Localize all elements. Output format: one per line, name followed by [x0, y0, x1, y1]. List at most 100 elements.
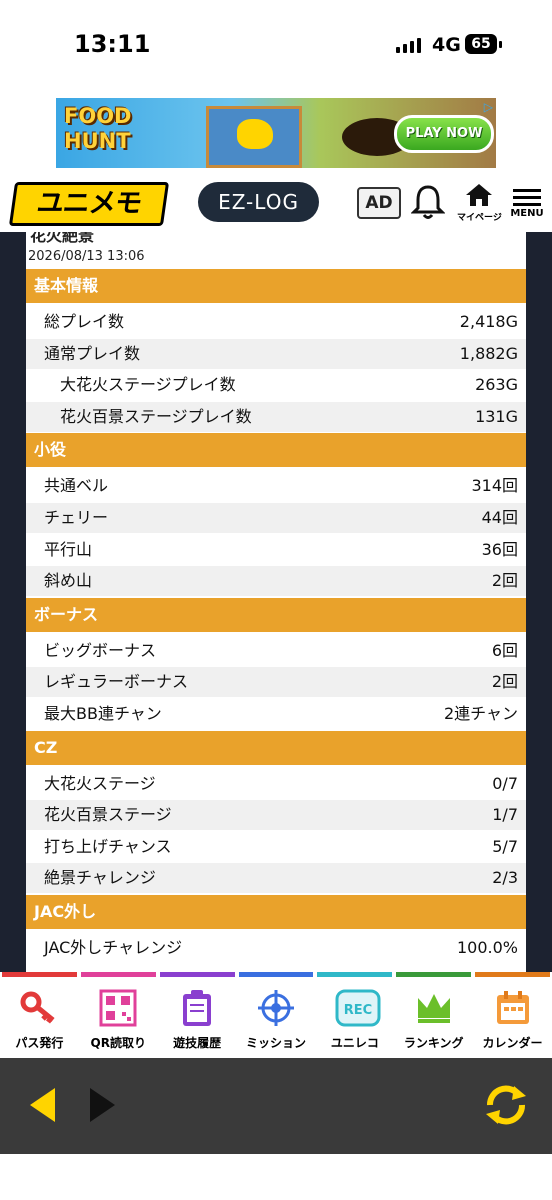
tab-stripe: [475, 972, 551, 977]
bottom-tab-bar: パス発行 QR読取り 遊技履歴 ミッション REC ユニレコ ランキング カレンダー: [0, 972, 552, 1058]
battery-tip: [499, 41, 502, 48]
section-header: CZ: [26, 730, 526, 765]
tab-label: カレンダー: [482, 1036, 543, 1050]
stat-value: 6回: [491, 640, 518, 660]
stat-value: 2回: [491, 672, 518, 692]
tab-target[interactable]: ミッション: [240, 984, 312, 1054]
data-panel[interactable]: 花火絶景 2026/08/13 13:06 基本情報 総プレイ数 2,418G 通常プ…: [26, 232, 526, 972]
back-arrow-icon[interactable]: [30, 1088, 55, 1122]
tab-clipboard[interactable]: 遊技履歴: [161, 984, 233, 1054]
signal-icon: [396, 38, 421, 53]
stat-label: 最大BB連チャン: [44, 703, 162, 723]
stat-value: 2連チャン: [443, 703, 518, 723]
stat-value: 5/7: [492, 836, 518, 856]
network-type: 4G: [432, 34, 461, 56]
stat-label: 打ち上げチャンス: [44, 836, 172, 856]
stat-row: 大花火ステージ 0/7: [26, 769, 526, 799]
tab-unireco[interactable]: REC ユニレコ: [319, 984, 391, 1054]
stat-label: 通常プレイ数: [44, 343, 141, 363]
tab-key[interactable]: パス発行: [3, 984, 75, 1054]
tab-label: パス発行: [15, 1036, 64, 1050]
section-header: 基本情報: [26, 269, 526, 303]
stat-value: 2回: [491, 571, 518, 591]
stat-row: レギュラーボーナス 2回: [26, 667, 526, 698]
mypage-button[interactable]: マイページ: [457, 182, 502, 228]
stat-label: 花火百景ステージプレイ数: [60, 406, 252, 426]
stat-row: 通常プレイ数 1,882G: [26, 338, 526, 369]
tab-qr[interactable]: QR読取り: [82, 984, 154, 1054]
stat-value: 100.0%: [456, 937, 518, 957]
qr-icon: [98, 988, 138, 1028]
battery-icon: 65: [465, 34, 497, 54]
tab-label: 遊技履歴: [173, 1036, 222, 1050]
tab-stripe: [396, 972, 472, 977]
forward-arrow-icon[interactable]: [90, 1088, 115, 1122]
stat-row: 総プレイ数 2,418G: [26, 307, 526, 337]
stat-row: 最大BB連チャン 2連チャン: [26, 699, 526, 729]
stat-row: 共通ベル 314回: [26, 471, 526, 501]
stat-row: 絶景チャレンジ 2/3: [26, 863, 526, 894]
section-rows: 共通ベル 314回チェリー 44回平行山 36回斜め山 2回: [26, 471, 526, 597]
ad-brand: FOOD HUNT: [64, 104, 131, 154]
stat-value: 314回: [471, 476, 518, 496]
ad-button[interactable]: AD: [357, 187, 401, 219]
ad-brand-line1: FOOD: [64, 104, 132, 128]
stat-label: 総プレイ数: [44, 312, 125, 331]
tab-stripe: [80, 972, 156, 977]
reload-icon[interactable]: [480, 1082, 532, 1128]
app-logo[interactable]: ユニメモ: [8, 182, 170, 226]
ad-choices-icon[interactable]: ▷: [484, 100, 493, 114]
stat-row: 大花火ステージプレイ数 263G: [26, 370, 526, 400]
stat-label: レギュラーボーナス: [44, 672, 189, 692]
stat-label: 絶景チャレンジ: [44, 868, 156, 888]
stat-row: 斜め山 2回: [26, 566, 526, 597]
section-header: ボーナス: [26, 597, 526, 632]
menu-button[interactable]: MENU: [509, 186, 545, 226]
ezlog-button[interactable]: EZ-LOG: [198, 182, 319, 222]
crown-icon: [414, 988, 454, 1028]
tab-label: ユニレコ: [330, 1036, 379, 1050]
stats-sections: 基本情報総プレイ数 2,418G 通常プレイ数 1,882G 大花火ステージプレイ数 26…: [26, 269, 526, 965]
stat-row: 平行山 36回: [26, 535, 526, 565]
stat-label: ビッグボーナス: [44, 640, 157, 660]
stat-value: 2/3: [492, 868, 518, 888]
section-rows: JAC外しチャレンジ 100.0%: [26, 933, 526, 963]
menu-label: MENU: [510, 208, 544, 219]
bell-icon[interactable]: [411, 184, 445, 220]
stat-label: 共通ベル: [44, 476, 109, 496]
tab-color-stripes: [0, 972, 552, 977]
stat-row: 花火百景ステージ 1/7: [26, 800, 526, 831]
ad-brand-line2: HUNT: [64, 129, 131, 153]
stat-value: 0/7: [492, 773, 518, 793]
stat-value: 1/7: [492, 805, 518, 825]
target-icon: [256, 988, 296, 1028]
tab-stripe: [159, 972, 235, 977]
mypage-label: マイページ: [457, 213, 502, 223]
stat-row: JAC外しチャレンジ 100.0%: [26, 933, 526, 963]
section-rows: ビッグボーナス 6回レギュラーボーナス 2回最大BB連チャン 2連チャン: [26, 636, 526, 729]
tab-crown[interactable]: ランキング: [398, 984, 470, 1054]
tab-calendar[interactable]: カレンダー: [477, 984, 549, 1054]
stat-label: 平行山: [44, 539, 93, 559]
ad-play-button[interactable]: PLAY NOW: [394, 115, 494, 153]
stat-value: 131G: [475, 406, 518, 426]
tab-stripe: [238, 972, 314, 977]
stat-label: チェリー: [44, 507, 109, 527]
machine-title: 花火絶景: [30, 232, 95, 245]
status-time: 13:11: [74, 30, 151, 58]
tab-stripe: [2, 972, 77, 977]
stat-value: 36回: [481, 539, 518, 559]
stat-value: 263G: [475, 375, 518, 395]
stat-row: ビッグボーナス 6回: [26, 636, 526, 666]
section-header: JAC外し: [26, 894, 526, 929]
record-date: 2026/08/13 13:06: [28, 249, 145, 264]
clipboard-icon: [177, 988, 217, 1028]
stat-row: 花火百景ステージプレイ数 131G: [26, 401, 526, 432]
svg-text:REC: REC: [344, 1003, 372, 1018]
stat-label: JAC外しチャレンジ: [44, 937, 183, 957]
section-rows: 総プレイ数 2,418G 通常プレイ数 1,882G 大花火ステージプレイ数 263G 花火…: [26, 307, 526, 432]
stat-label: 花火百景ステージ: [44, 805, 172, 825]
ad-banner[interactable]: FOOD HUNT PLAY NOW ▷: [56, 98, 496, 168]
stat-row: チェリー 44回: [26, 502, 526, 533]
tab-label: ミッション: [245, 1036, 306, 1050]
